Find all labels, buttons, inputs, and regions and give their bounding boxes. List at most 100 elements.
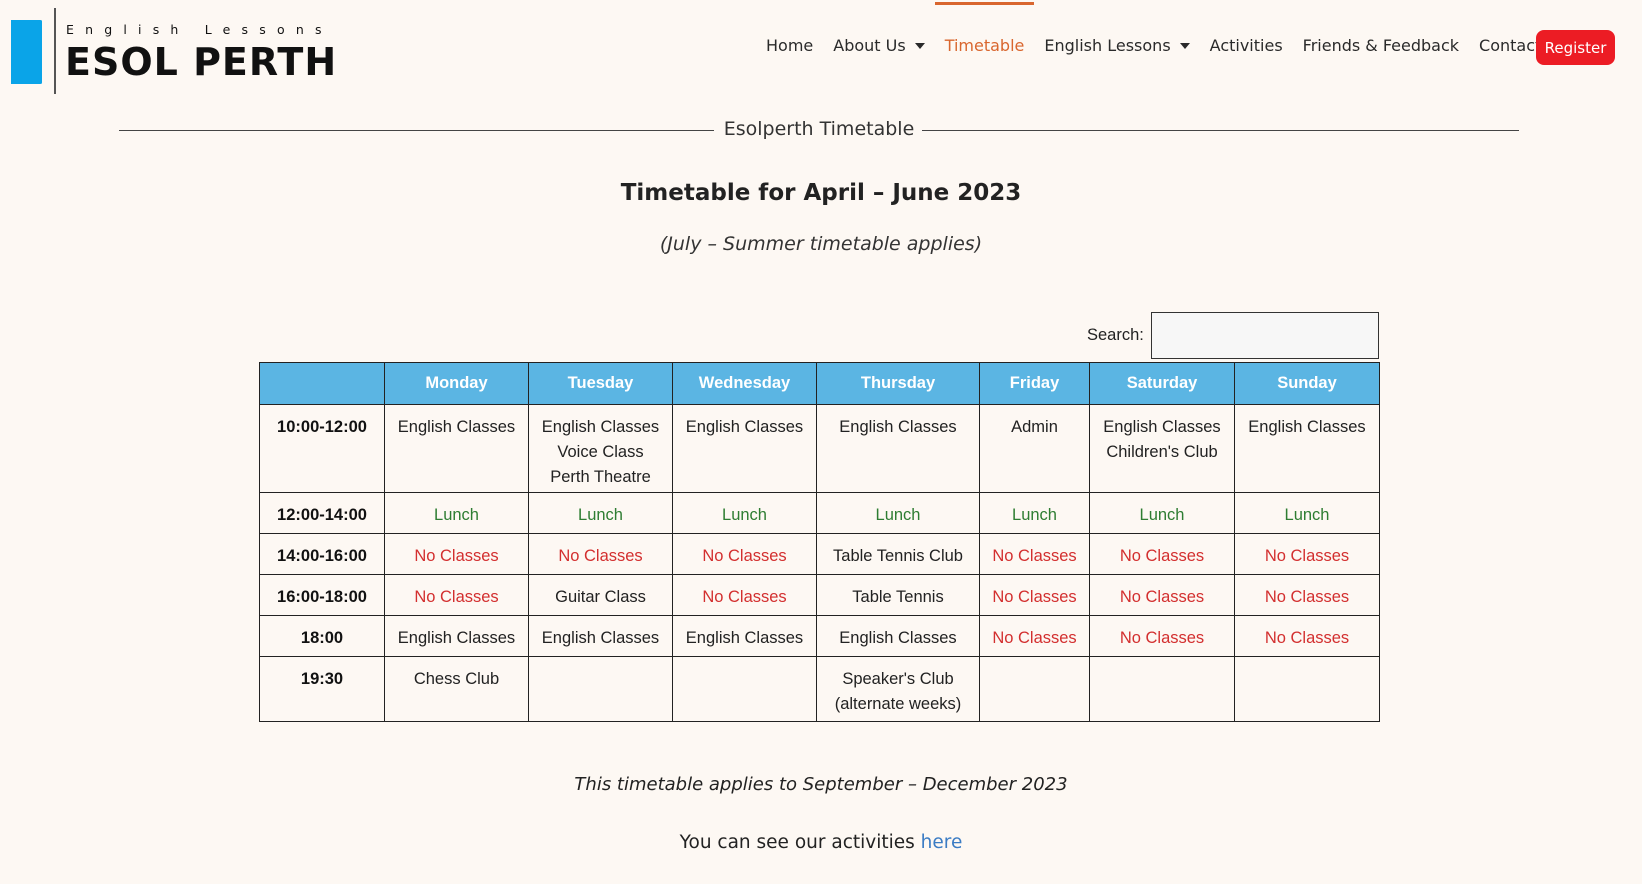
- column-header[interactable]: Wednesday: [672, 362, 817, 405]
- table-cell: [1234, 656, 1380, 722]
- nav-item-contact[interactable]: Contact: [1479, 36, 1541, 55]
- nav-label: Contact: [1479, 36, 1542, 55]
- cell-entry: Lunch: [434, 506, 479, 524]
- time-slot: 19:30: [259, 656, 385, 722]
- nav-label: English Lessons: [1044, 36, 1171, 55]
- cell-entry: No Classes: [1119, 547, 1205, 565]
- search-input[interactable]: [1151, 312, 1379, 359]
- timetable-table: Monday Tuesday Wednesday Thursday Friday…: [259, 362, 1380, 722]
- cell-entry: No Classes: [702, 547, 787, 565]
- table-cell: No Classes: [1089, 574, 1235, 616]
- cell-entry: No Classes: [992, 588, 1077, 606]
- column-header-time: [259, 362, 385, 405]
- chevron-down-icon: [914, 42, 925, 49]
- cell-entry: No Classes: [1264, 547, 1350, 565]
- register-button[interactable]: Register: [1536, 30, 1615, 65]
- table-cell: English Classes: [672, 615, 817, 657]
- nav-item-about-us[interactable]: About Us: [833, 36, 925, 55]
- column-header[interactable]: Friday: [979, 362, 1090, 405]
- table-cell: Table Tennis: [816, 574, 980, 616]
- cell-entry: No Classes: [414, 588, 499, 606]
- logo-tagline: English Lessons: [66, 22, 333, 37]
- cell-entry: No Classes: [702, 588, 787, 606]
- logo-brand: ESOL PERTH: [65, 40, 338, 84]
- nav-label: Home: [766, 36, 814, 55]
- nav-label: Timetable: [944, 36, 1025, 55]
- cell-entry: (alternate weeks): [834, 695, 962, 713]
- table-cell: English Classes: [816, 615, 980, 657]
- table-cell: English Classes: [384, 615, 529, 657]
- table-row: 10:00-12:00 English Classes English Classe…: [259, 404, 1380, 493]
- table-cell: Lunch: [672, 492, 817, 534]
- table-row: 18:00 English Classes English Classes Engli…: [259, 615, 1380, 657]
- cell-entry: No Classes: [1264, 588, 1350, 606]
- table-cell: No Classes: [672, 574, 817, 616]
- table-cell: [979, 656, 1090, 722]
- column-header[interactable]: Tuesday: [528, 362, 673, 405]
- logo-divider: [54, 8, 56, 94]
- cell-entry: English Classes: [1103, 418, 1221, 436]
- cell-entry: Speaker's Club: [842, 670, 954, 688]
- nav-item-activities[interactable]: Activities: [1210, 36, 1283, 55]
- table-cell: English Classes: [816, 404, 980, 493]
- table-cell: English Classes Children's Club: [1089, 404, 1235, 493]
- table-cell: Lunch: [1234, 492, 1380, 534]
- table-cell: Table Tennis Club: [816, 533, 980, 575]
- section-heading-text: Esolperth Timetable: [723, 118, 915, 140]
- time-slot: 10:00-12:00: [259, 404, 385, 493]
- cell-entry: No Classes: [1119, 588, 1205, 606]
- table-cell: No Classes: [1234, 615, 1380, 657]
- column-header[interactable]: Monday: [384, 362, 529, 405]
- column-header[interactable]: Sunday: [1234, 362, 1380, 405]
- search-label: Search:: [1087, 326, 1144, 344]
- nav-label: About Us: [833, 36, 906, 55]
- cell-entry: No Classes: [992, 629, 1077, 647]
- nav-item-friends-feedback[interactable]: Friends & Feedback: [1303, 36, 1459, 55]
- time-slot: 14:00-16:00: [259, 533, 385, 575]
- cell-entry: Admin: [1011, 418, 1058, 436]
- cell-entry: Voice Class: [557, 443, 644, 461]
- table-cell: No Classes: [384, 574, 529, 616]
- table-cell: [528, 656, 673, 722]
- cell-entry: Lunch: [722, 506, 767, 524]
- table-cell: Guitar Class: [528, 574, 673, 616]
- nav-item-home[interactable]: Home: [766, 36, 813, 55]
- column-header[interactable]: Thursday: [816, 362, 980, 405]
- page-subtitle: (July – Summer timetable applies): [659, 233, 983, 255]
- table-row: 14:00-16:00 No Classes No Classes No Classe…: [259, 533, 1380, 575]
- timetable-body: 10:00-12:00 English Classes English Classe…: [259, 404, 1380, 722]
- table-cell: Lunch: [979, 492, 1090, 534]
- table-cell: No Classes: [1234, 533, 1380, 575]
- table-cell: Lunch: [1089, 492, 1235, 534]
- section-heading: Esolperth Timetable: [119, 118, 1519, 142]
- table-cell: English Classes: [672, 404, 817, 493]
- cell-entry: English Classes: [839, 418, 957, 436]
- cell-entry: Lunch: [1139, 506, 1185, 524]
- activities-link[interactable]: here: [921, 832, 963, 853]
- table-cell: No Classes: [1234, 574, 1380, 616]
- divider-line: [119, 130, 714, 131]
- nav-item-english-lessons[interactable]: English Lessons: [1044, 36, 1190, 55]
- cell-entry: English Classes: [685, 629, 804, 647]
- table-cell: No Classes: [979, 615, 1090, 657]
- table-cell: Lunch: [384, 492, 529, 534]
- table-cell: Lunch: [528, 492, 673, 534]
- cell-entry: Lunch: [1012, 506, 1057, 524]
- table-cell: [1089, 656, 1235, 722]
- time-slot: 18:00: [259, 615, 385, 657]
- table-row: 19:30 Chess Club Speaker's Club (alternate …: [259, 656, 1380, 722]
- column-header[interactable]: Saturday: [1089, 362, 1235, 405]
- nav-item-timetable[interactable]: Timetable: [934, 2, 1035, 55]
- activities-prefix: You can see our activities: [679, 832, 921, 853]
- table-cell: No Classes: [672, 533, 817, 575]
- table-cell: No Classes: [979, 574, 1090, 616]
- table-cell: English Classes Voice Class Perth Theatre: [528, 404, 673, 493]
- table-cell: No Classes: [979, 533, 1090, 575]
- cell-entry: No Classes: [1119, 629, 1205, 647]
- site-logo[interactable]: English Lessons ESOL PERTH: [10, 8, 336, 94]
- table-cell: English Classes: [528, 615, 673, 657]
- time-slot: 16:00-18:00: [259, 574, 385, 616]
- cell-entry: No Classes: [992, 547, 1077, 565]
- cell-entry: English Classes: [1248, 418, 1366, 436]
- table-cell: Admin: [979, 404, 1090, 493]
